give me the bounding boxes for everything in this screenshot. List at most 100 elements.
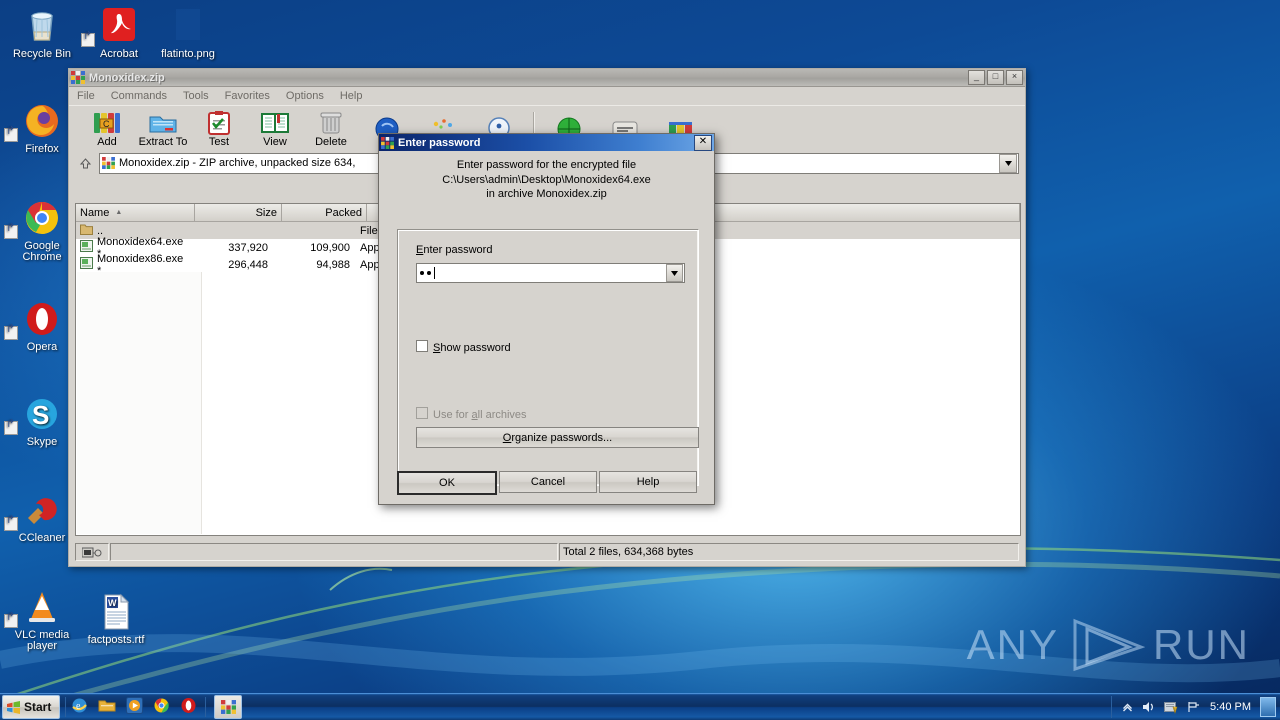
extract-to-icon (135, 110, 191, 136)
shortcut-overlay-icon (4, 614, 18, 628)
file-list-gutter (77, 272, 202, 534)
status-selection-pane (75, 543, 109, 561)
svg-text:!: ! (1174, 708, 1175, 714)
password-dot (427, 271, 431, 275)
taskbar-divider-2 (205, 697, 207, 717)
toolbar-test-label: Test (208, 136, 230, 148)
dialog-titlebar[interactable]: Enter password ✕ (379, 134, 714, 151)
system-tray: ! 5:40 PM (1111, 696, 1280, 718)
cell-size: 296,448 (228, 258, 268, 271)
cell-size: 337,920 (228, 241, 268, 254)
quicklaunch-chrome[interactable] (153, 697, 170, 717)
organize-label: rganize passwords... (511, 431, 613, 444)
password-input[interactable] (416, 263, 685, 283)
desktop-icon-label: VLC media player (14, 629, 70, 652)
dialog-close-button[interactable]: ✕ (694, 134, 712, 151)
watermark-text-left: ANY (966, 621, 1059, 668)
volume-icon[interactable] (1142, 701, 1155, 713)
quicklaunch-opera[interactable] (180, 697, 197, 717)
menu-item-options[interactable]: Options (286, 90, 324, 102)
show-desktop-button[interactable] (1260, 697, 1276, 717)
column-header-packed[interactable]: Packed (282, 204, 367, 221)
taskbar-item-winrar[interactable] (214, 695, 243, 719)
quicklaunch-windows-explorer[interactable] (98, 698, 116, 716)
message-line-3: in archive Monoxidex.zip (486, 188, 607, 200)
desktop-icon-image-file[interactable]: flatinto.png (152, 6, 224, 60)
winrar-title-text: Monoxidex.zip (89, 71, 165, 84)
show-hidden-icons-icon[interactable] (1122, 702, 1133, 713)
winrar-icon (71, 71, 85, 84)
desktop-icon-word-document[interactable]: Wfactposts.rtf (80, 592, 152, 646)
clock[interactable]: 5:40 PM (1210, 701, 1251, 713)
menu-item-tools[interactable]: Tools (183, 90, 209, 102)
recycle-bin-icon (6, 6, 78, 46)
winrar-titlebar[interactable]: Monoxidex.zip _ □ × (69, 69, 1025, 87)
shortcut-overlay-icon (81, 33, 95, 47)
toolbar-delete-label: Delete (315, 136, 347, 148)
image-file-icon (152, 6, 224, 46)
desktop-icon-vlc[interactable]: VLC media player (4, 587, 78, 652)
message-line-1: Enter password for the encrypted file (456, 159, 637, 171)
cancel-button[interactable]: Cancel (499, 471, 597, 493)
shortcut-overlay-icon (4, 225, 18, 239)
close-button[interactable]: × (1006, 70, 1023, 85)
winrar-icon (381, 136, 394, 149)
windows-explorer-icon (98, 698, 116, 716)
quick-launch-bar[interactable]: e (71, 697, 197, 717)
minimize-button[interactable]: _ (968, 70, 985, 85)
password-groupbox: Enter password Show password Use for all… (397, 229, 699, 486)
password-label-rest: nter password (423, 244, 493, 256)
shortcut-overlay-icon (4, 326, 18, 340)
column-header-label: Name (80, 206, 110, 219)
column-header-size[interactable]: Size (195, 204, 282, 221)
status-middle-pane (110, 543, 558, 561)
toolbar-add-button[interactable]: C Add (79, 110, 135, 148)
view-icon (247, 110, 303, 136)
help-button[interactable]: Help (599, 471, 697, 493)
media-player-icon (126, 697, 144, 717)
watermark-text-right: RUN (1153, 621, 1250, 668)
exe-file-icon (80, 257, 93, 272)
toolbar-test-button[interactable]: Test (191, 110, 247, 148)
start-button[interactable]: Start (2, 695, 61, 719)
archive-path-text: Monoxidex.zip - ZIP archive, unpacked si… (119, 157, 356, 169)
dialog-button-row: OK Cancel Help (397, 471, 697, 495)
menu-item-favorites[interactable]: Favorites (225, 90, 270, 102)
use-for-all-archives-checkbox: Use for all archives (416, 407, 527, 421)
action-center-icon[interactable]: ! (1164, 701, 1178, 714)
toolbar-delete-button[interactable]: Delete (303, 110, 359, 148)
use-for-all-post: ll archives (477, 409, 527, 421)
delete-icon (303, 110, 359, 136)
menu-item-commands[interactable]: Commands (111, 90, 167, 102)
menu-item-help[interactable]: Help (340, 90, 363, 102)
quicklaunch-internet-explorer[interactable]: e (71, 697, 88, 717)
password-history-dropdown-button[interactable] (666, 264, 683, 282)
archive-path-dropdown-button[interactable] (999, 153, 1017, 173)
anyrun-watermark: ANY RUN (967, 617, 1250, 673)
network-icon[interactable] (1187, 701, 1201, 713)
organize-passwords-button[interactable]: Organize passwords... (416, 427, 699, 448)
desktop-icon-recycle-bin[interactable]: Recycle Bin (6, 6, 78, 60)
toolbar-view-button[interactable]: View (247, 110, 303, 148)
enter-password-dialog: Enter password ✕ Enter password for the … (378, 133, 715, 505)
column-header-name[interactable]: Name ▲ (76, 204, 195, 221)
winrar-icon (220, 700, 236, 714)
checkbox-box (416, 407, 428, 419)
desktop-icon-label: flatinto.png (161, 48, 215, 60)
use-for-all-pre: Use for (433, 409, 472, 421)
maximize-button[interactable]: □ (987, 70, 1004, 85)
cell-packed: 109,900 (310, 241, 350, 254)
menu-item-file[interactable]: File (77, 90, 95, 102)
message-line-2: C:\Users\admin\Desktop\Monoxidex64.exe (442, 173, 651, 186)
chevron-down-icon (1004, 160, 1012, 166)
quicklaunch-media-player[interactable] (126, 697, 144, 717)
ok-button[interactable]: OK (397, 471, 497, 495)
toolbar-extract-button[interactable]: Extract To (135, 110, 191, 148)
desktop-icon-acrobat[interactable]: Acrobat (81, 6, 155, 60)
password-field-label: Enter password (416, 244, 492, 256)
show-password-label: how password (440, 342, 511, 354)
up-one-level-button[interactable] (75, 154, 95, 173)
show-password-checkbox[interactable]: Show password (416, 340, 511, 354)
acrobat-icon (81, 6, 155, 47)
start-label: Start (24, 700, 52, 714)
